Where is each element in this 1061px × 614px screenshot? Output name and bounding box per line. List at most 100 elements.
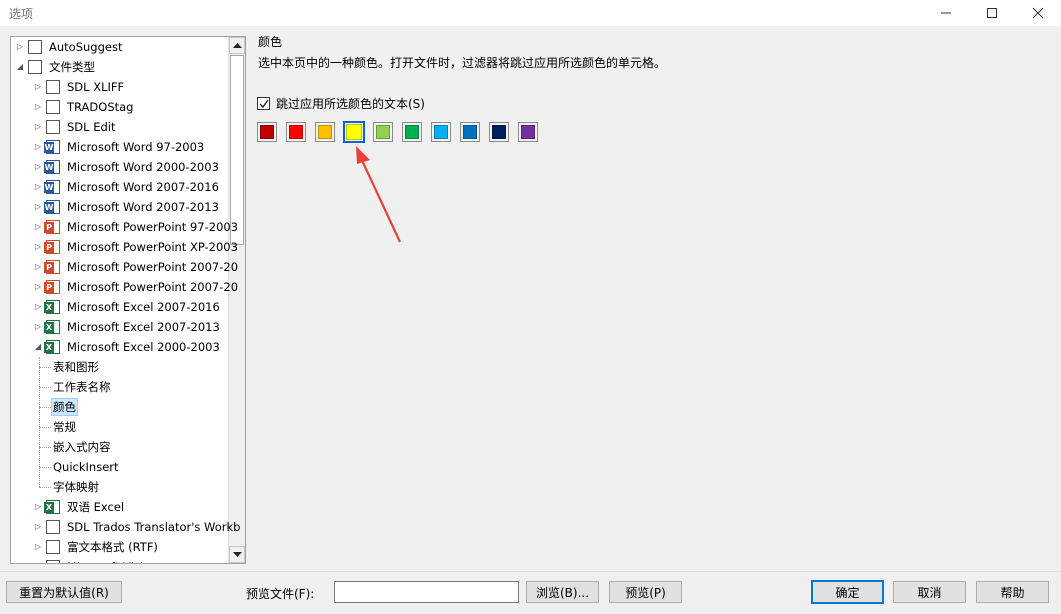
options-tree[interactable]: ▷ AutoSuggest ◢ 文件类型 ▷ SDL XLIFF ▷ TRADOStag ▷ SD… xyxy=(10,36,246,564)
excel-icon: X xyxy=(44,340,60,354)
swatch-fill xyxy=(260,125,274,139)
color-swatch-dark-blue[interactable] xyxy=(489,122,509,142)
tree-item[interactable]: 嵌入式内容 xyxy=(51,437,113,457)
reset-defaults-button[interactable]: 重置为默认值(R) xyxy=(6,581,122,603)
powerpoint-icon: P xyxy=(44,260,60,274)
tree-item[interactable]: ▷ X Microsoft Excel 2007-2013 xyxy=(33,317,222,337)
swatch-fill xyxy=(318,125,332,139)
tree-item-label: Microsoft Word 2007-2013 xyxy=(67,200,219,214)
tree-item[interactable]: ▷ SDL Trados Translator's Workb xyxy=(33,517,242,537)
scroll-down-button[interactable] xyxy=(229,546,245,563)
collapsed-arrow-icon[interactable]: ▷ xyxy=(33,262,43,272)
tree-item[interactable]: ▷ P Microsoft PowerPoint 2007-20 xyxy=(33,257,240,277)
collapsed-arrow-icon[interactable]: ▷ xyxy=(33,182,43,192)
color-swatch-blue[interactable] xyxy=(460,122,480,142)
help-button[interactable]: 帮助 xyxy=(976,581,1049,603)
swatch-fill xyxy=(434,125,448,139)
annotation-arrow xyxy=(356,146,401,243)
tree-item[interactable]: ▷ X Microsoft Excel 2007-2016 xyxy=(33,297,222,317)
color-swatch-orange[interactable] xyxy=(315,122,335,142)
tree-item[interactable]: 表和图形 xyxy=(51,357,101,377)
collapsed-arrow-icon[interactable]: ▷ xyxy=(33,242,43,252)
close-button[interactable] xyxy=(1015,0,1061,26)
browse-button[interactable]: 浏览(B)... xyxy=(526,581,599,603)
excel-icon: X xyxy=(44,320,60,334)
expanded-arrow-icon[interactable]: ◢ xyxy=(15,62,25,72)
window-title: 选项 xyxy=(9,7,34,21)
tree-connector xyxy=(39,357,40,487)
tree-item[interactable]: ▷ Microsoft Visio xyxy=(33,557,152,563)
tree-item[interactable]: ▷ SDL XLIFF xyxy=(33,77,126,97)
tree-item[interactable]: ▷ SDL Edit xyxy=(33,117,118,137)
tree-item[interactable]: 字体映射 xyxy=(51,477,101,497)
visio-icon xyxy=(46,560,60,563)
color-swatch-light-blue[interactable] xyxy=(431,122,451,142)
color-swatch-red[interactable] xyxy=(286,122,306,142)
color-swatch-green[interactable] xyxy=(402,122,422,142)
expanded-arrow-icon[interactable]: ◢ xyxy=(33,342,43,352)
tree-item-label: 嵌入式内容 xyxy=(53,440,111,454)
tree-scrollbar[interactable] xyxy=(228,37,245,563)
collapsed-arrow-icon[interactable]: ▷ xyxy=(15,42,25,52)
collapsed-arrow-icon[interactable]: ▷ xyxy=(33,522,43,532)
tree-item-label: Microsoft Visio xyxy=(65,559,152,563)
collapsed-arrow-icon[interactable]: ▷ xyxy=(33,302,43,312)
scroll-up-button[interactable] xyxy=(229,37,245,54)
tree-item-label: 双语 Excel xyxy=(67,500,125,514)
file-icon xyxy=(46,80,60,94)
tree-item[interactable]: ◢ 文件类型 xyxy=(15,57,97,77)
tree-item[interactable]: 颜色 xyxy=(51,397,78,417)
skip-color-checkbox-row[interactable]: 跳过应用所选颜色的文本(S) xyxy=(257,95,425,112)
powerpoint-icon: P xyxy=(44,280,60,294)
color-swatch-purple[interactable] xyxy=(518,122,538,142)
tree-connector xyxy=(39,487,51,488)
tree-item[interactable]: ◢ X Microsoft Excel 2000-2003 xyxy=(33,337,222,357)
collapsed-arrow-icon[interactable]: ▷ xyxy=(33,502,43,512)
tree-item[interactable]: ▷ W Microsoft Word 97-2003 xyxy=(33,137,206,157)
word-icon: W xyxy=(44,140,60,154)
tree-item[interactable]: 常规 xyxy=(51,417,78,437)
minimize-button[interactable] xyxy=(923,0,969,26)
ok-button[interactable]: 确定 xyxy=(811,580,884,604)
tree-item[interactable]: ▷ X 双语 Excel xyxy=(33,497,126,517)
collapsed-arrow-icon[interactable]: ▷ xyxy=(33,542,43,552)
tree-item-label: Microsoft Word 2007-2016 xyxy=(67,180,219,194)
tree-item-label: Microsoft Word 2000-2003 xyxy=(67,160,219,174)
collapsed-arrow-icon[interactable]: ▷ xyxy=(33,142,43,152)
gear-icon xyxy=(28,60,42,74)
tree-item[interactable]: ▷ P Microsoft PowerPoint 2007-20 xyxy=(33,277,240,297)
collapsed-arrow-icon[interactable]: ▷ xyxy=(33,122,43,132)
collapsed-arrow-icon[interactable]: ▷ xyxy=(33,162,43,172)
chevron-down-icon xyxy=(232,551,242,557)
cancel-label: 取消 xyxy=(917,585,942,600)
color-swatch-light-green[interactable] xyxy=(373,122,393,142)
preview-file-input[interactable] xyxy=(334,581,519,603)
swatch-fill xyxy=(521,125,535,139)
preview-button[interactable]: 预览(P) xyxy=(609,581,682,603)
tree-item[interactable]: ▷ W Microsoft Word 2000-2003 xyxy=(33,157,221,177)
tree-item[interactable]: ▷ P Microsoft PowerPoint XP-2003 xyxy=(33,237,240,257)
preview-label: 预览(P) xyxy=(625,585,666,600)
ok-label: 确定 xyxy=(835,585,860,600)
tree-item[interactable]: 工作表名称 xyxy=(51,377,113,397)
swatch-fill xyxy=(376,125,390,139)
tree-item[interactable]: ▷ TRADOStag xyxy=(33,97,135,117)
tree-item[interactable]: ▷ W Microsoft Word 2007-2013 xyxy=(33,197,221,217)
collapsed-arrow-icon[interactable]: ▷ xyxy=(33,102,43,112)
cancel-button[interactable]: 取消 xyxy=(893,581,966,603)
collapsed-arrow-icon[interactable]: ▷ xyxy=(33,282,43,292)
tree-item[interactable]: ▷ W Microsoft Word 2007-2016 xyxy=(33,177,221,197)
tree-item[interactable]: QuickInsert xyxy=(51,457,121,477)
color-swatch-dark-red[interactable] xyxy=(257,122,277,142)
skip-color-checkbox[interactable] xyxy=(257,97,270,110)
collapsed-arrow-icon[interactable]: ▷ xyxy=(33,82,43,92)
tree-item-label: 表和图形 xyxy=(53,360,99,374)
collapsed-arrow-icon[interactable]: ▷ xyxy=(33,202,43,212)
collapsed-arrow-icon[interactable]: ▷ xyxy=(33,322,43,332)
maximize-button[interactable] xyxy=(969,0,1015,26)
collapsed-arrow-icon[interactable]: ▷ xyxy=(33,222,43,232)
tree-item[interactable]: ▷ 富文本格式 (RTF) xyxy=(33,537,160,557)
tree-item[interactable]: ▷ AutoSuggest xyxy=(15,37,124,57)
collapsed-arrow-icon[interactable]: ▷ xyxy=(33,562,43,563)
tree-item[interactable]: ▷ P Microsoft PowerPoint 97-2003 xyxy=(33,217,240,237)
